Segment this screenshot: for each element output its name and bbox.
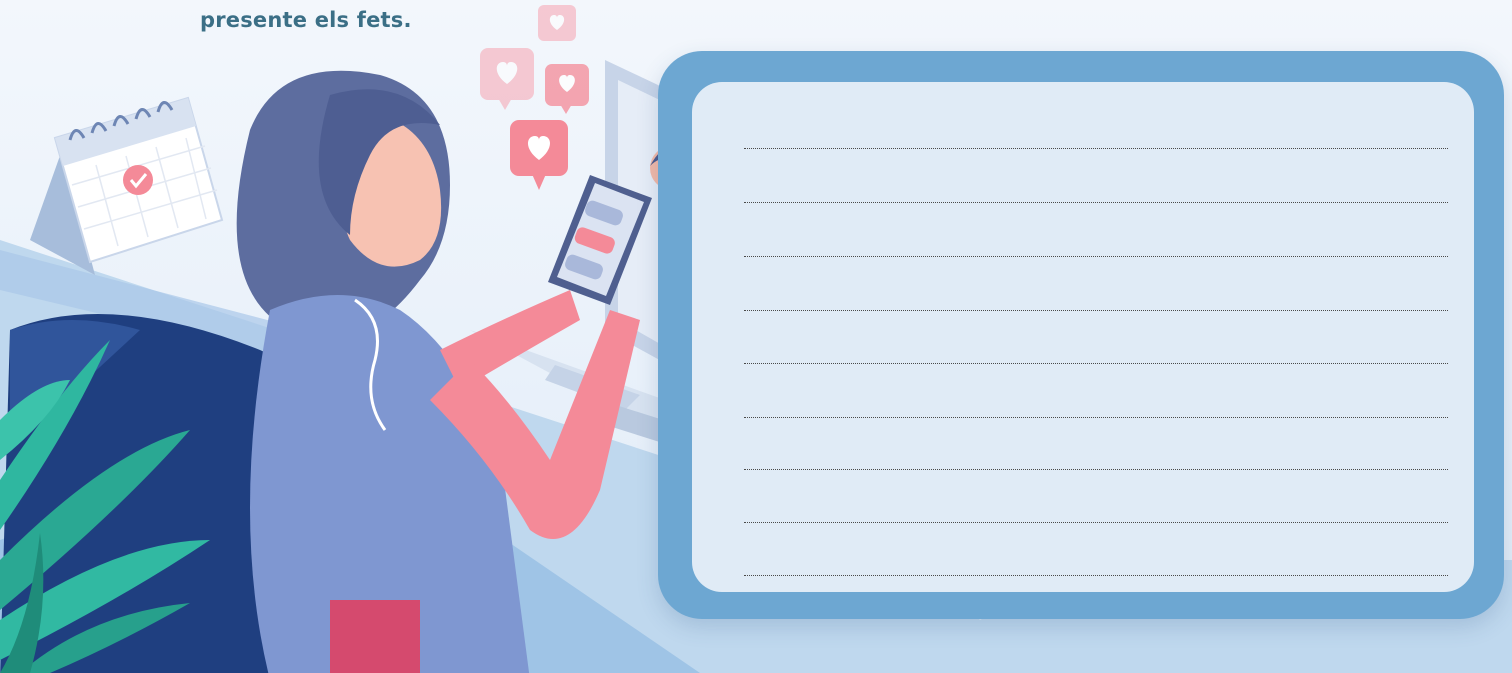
answer-line[interactable] [744,256,1448,257]
worksheet-page: presente els fets. [0,0,1512,673]
answer-line[interactable] [744,575,1448,576]
answer-area[interactable] [692,82,1474,592]
prompt-text: presente els fets. [200,8,412,32]
calendar-icon [30,96,224,275]
answer-line[interactable] [744,522,1448,523]
answer-line[interactable] [744,363,1448,364]
answer-line[interactable] [744,202,1448,203]
answer-line[interactable] [744,148,1448,149]
heart-notification-icon [480,5,589,190]
answer-line[interactable] [744,310,1448,311]
answer-line[interactable] [744,417,1448,418]
answer-line[interactable] [744,469,1448,470]
